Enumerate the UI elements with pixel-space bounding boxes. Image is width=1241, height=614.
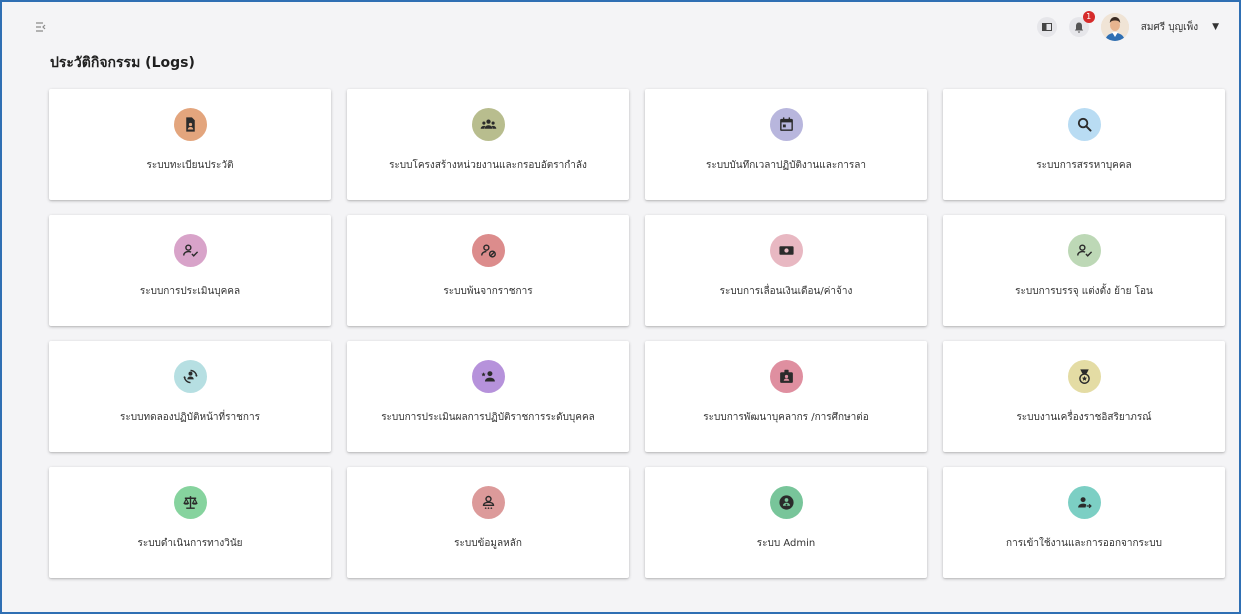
person-star-icon xyxy=(471,360,505,393)
module-label: การเข้าใช้งานและการออกจากระบบ xyxy=(1006,538,1162,549)
module-card[interactable]: การเข้าใช้งานและการออกจากระบบ xyxy=(943,467,1225,578)
person-cycle-icon xyxy=(173,360,207,393)
module-card[interactable]: ระบบข้อมูลหลัก xyxy=(347,467,629,578)
module-label: ระบบการสรรหาบุคคล xyxy=(1036,160,1132,171)
badge-icon xyxy=(769,360,803,393)
notification-button[interactable]: 1 xyxy=(1068,11,1095,37)
person-data-icon xyxy=(471,486,505,519)
layout-icon xyxy=(1041,23,1052,31)
module-label: ระบบการเลื่อนเงินเดือน/ค่าจ้าง xyxy=(719,286,853,297)
module-card[interactable]: ระบบทดลองปฏิบัติหน้าที่ราชการ xyxy=(49,341,331,452)
module-label: ระบบดำเนินการทางวินัย xyxy=(137,538,243,549)
money-icon xyxy=(769,234,803,267)
module-card[interactable]: ระบบการพัฒนาบุคลากร /การศึกษาต่อ xyxy=(645,341,927,452)
module-card[interactable]: ระบบทะเบียนประวัติ xyxy=(49,89,331,200)
module-label: ระบบงานเครื่องราชอิสริยาภรณ์ xyxy=(1016,412,1152,423)
avatar[interactable] xyxy=(1100,13,1129,41)
module-card[interactable]: ระบบ Admin xyxy=(645,467,927,578)
module-card[interactable]: ระบบดำเนินการทางวินัย xyxy=(49,467,331,578)
module-card[interactable]: ระบบการประเมินบุคคล xyxy=(49,215,331,326)
chevron-down-icon[interactable]: ▼ xyxy=(1212,22,1219,32)
module-label: ระบบบันทึกเวลาปฏิบัติงานและการลา xyxy=(705,160,866,171)
module-card[interactable]: ระบบโครงสร้างหน่วยงานและกรอบอัตรากำลัง xyxy=(347,89,629,200)
admin-icon xyxy=(769,486,803,519)
calendar-icon xyxy=(769,108,803,141)
module-label: ระบบการบรรจุ แต่งตั้ง ย้าย โอน xyxy=(1015,286,1153,297)
user-photo-icon xyxy=(1100,13,1129,41)
module-card[interactable]: ระบบพ้นจากราชการ xyxy=(347,215,629,326)
person-arrow-icon xyxy=(1067,486,1101,519)
sidebar-toggle-icon[interactable] xyxy=(34,19,50,35)
top-bar: 1 สมศรี บุญเพ็ง ▼ xyxy=(4,4,1237,50)
module-grid: ระบบทะเบียนประวัติ ระบบโครงสร้างหน่วยงาน… xyxy=(49,89,1225,578)
group-icon xyxy=(471,108,505,141)
user-area: 1 สมศรี บุญเพ็ง ▼ xyxy=(1036,11,1219,41)
profile-document-icon xyxy=(173,108,207,141)
user-name[interactable]: สมศรี บุญเพ็ง xyxy=(1141,20,1198,35)
layout-toggle-button[interactable] xyxy=(1036,17,1057,37)
module-label: ระบบทะเบียนประวัติ xyxy=(146,160,234,171)
module-label: ระบบข้อมูลหลัก xyxy=(454,538,522,549)
medal-icon xyxy=(1067,360,1101,393)
search-icon xyxy=(1067,108,1101,141)
module-card[interactable]: ระบบบันทึกเวลาปฏิบัติงานและการลา xyxy=(645,89,927,200)
bell-icon xyxy=(1074,22,1083,33)
app-frame: 1 สมศรี บุญเพ็ง ▼ ประวัติกิจกรรม (Logs) … xyxy=(0,0,1241,614)
module-card[interactable]: ระบบงานเครื่องราชอิสริยาภรณ์ xyxy=(943,341,1225,452)
module-card[interactable]: ระบบการสรรหาบุคคล xyxy=(943,89,1225,200)
module-label: ระบบ Admin xyxy=(756,538,816,549)
person-block-icon xyxy=(471,234,505,267)
module-label: ระบบโครงสร้างหน่วยงานและกรอบอัตรากำลัง xyxy=(389,160,587,171)
module-card[interactable]: ระบบการบรรจุ แต่งตั้ง ย้าย โอน xyxy=(943,215,1225,326)
scale-icon xyxy=(173,486,207,519)
module-label: ระบบการประเมินผลการปฏิบัติราชการระดับบุค… xyxy=(381,412,595,423)
person-check-icon xyxy=(173,234,207,267)
notification-badge: 1 xyxy=(1082,11,1095,23)
page-title: ประวัติกิจกรรม (Logs) xyxy=(50,55,195,71)
person-check-icon xyxy=(1067,234,1101,267)
module-card[interactable]: ระบบการเลื่อนเงินเดือน/ค่าจ้าง xyxy=(645,215,927,326)
module-label: ระบบการพัฒนาบุคลากร /การศึกษาต่อ xyxy=(703,412,869,423)
module-label: ระบบพ้นจากราชการ xyxy=(443,286,533,297)
module-card[interactable]: ระบบการประเมินผลการปฏิบัติราชการระดับบุค… xyxy=(347,341,629,452)
module-label: ระบบการประเมินบุคคล xyxy=(139,286,241,297)
module-label: ระบบทดลองปฏิบัติหน้าที่ราชการ xyxy=(120,412,260,423)
